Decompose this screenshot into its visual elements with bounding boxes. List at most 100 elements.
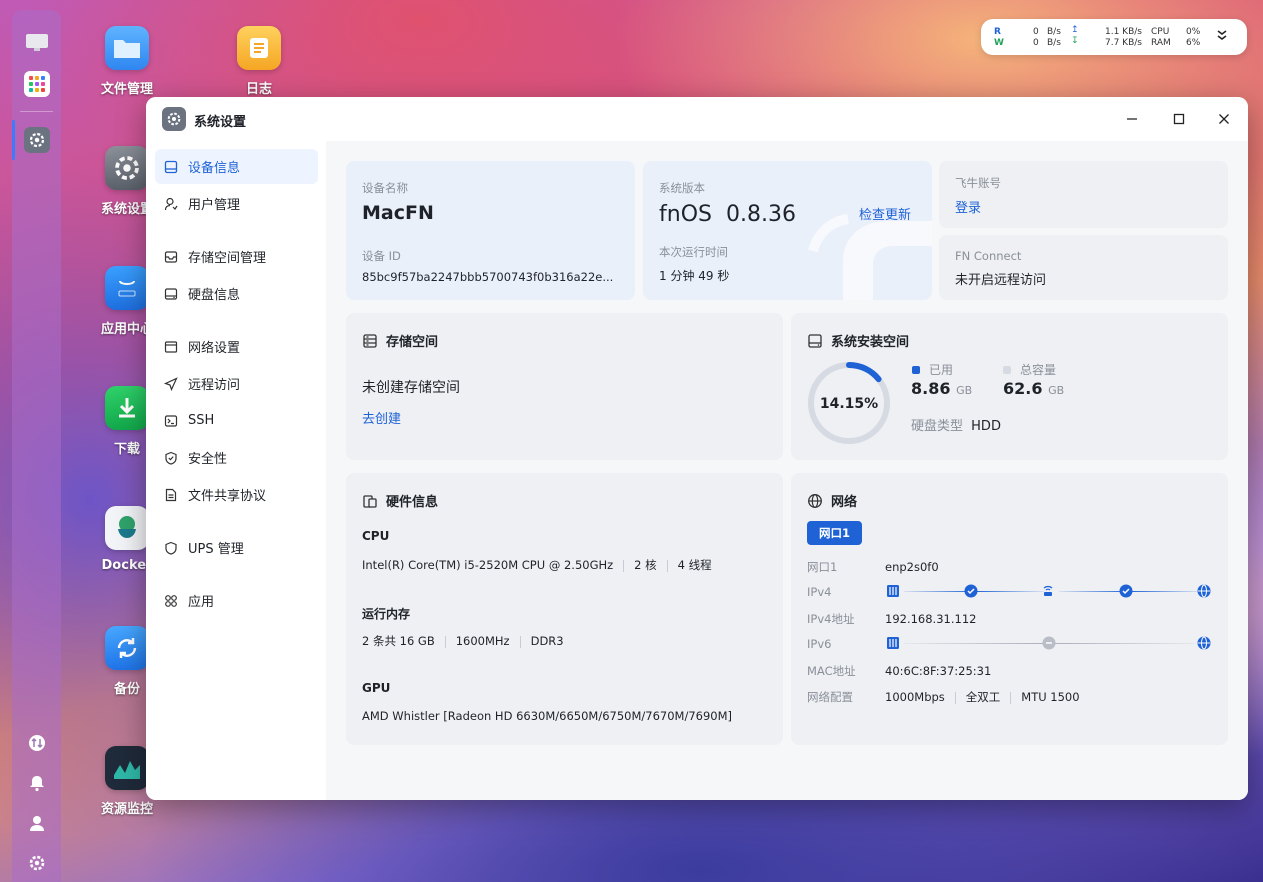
minimize-button[interactable] [1122, 109, 1142, 129]
sidebar-item-remote[interactable]: 远程访问 [155, 366, 318, 401]
app-launcher-button[interactable] [12, 67, 61, 101]
os-name: fnOS [659, 202, 712, 227]
used-legend-swatch [912, 365, 920, 374]
settings-sidebar: 设备信息 用户管理 存储空间管理 硬盘信息 网络设置 远程访问 SSH 安全性 [146, 141, 326, 800]
cpu-label: CPU [1151, 27, 1170, 37]
check-circle-icon [1119, 584, 1133, 601]
desktop-icon-files[interactable]: 文件管理 [87, 26, 167, 97]
mtu-value: MTU 1500 [1021, 690, 1080, 704]
fn-account-card: 飞牛账号 登录 [939, 161, 1228, 228]
network-card: 网络 网口1 网口1 enp2s0f0 IPv4 IPv4地址 192.168.31… [791, 473, 1228, 745]
fn-connect-status: 未开启远程访问 [955, 273, 1047, 288]
fn-account-label: 飞牛账号 [955, 176, 1001, 190]
folder-icon [105, 26, 149, 70]
close-button[interactable] [1214, 109, 1234, 129]
ram-label: RAM [1151, 38, 1171, 48]
device-name-label: 设备名称 [362, 181, 408, 195]
settings-gear-icon [162, 107, 186, 131]
sidebar-item-users[interactable]: 用户管理 [155, 186, 318, 221]
sidebar-item-file-sharing[interactable]: 文件共享协议 [155, 477, 318, 512]
mac-label: MAC地址 [807, 664, 856, 678]
usage-percent: 14.15% [820, 396, 878, 412]
cpu-model: Intel(R) Core(TM) i5-2520M CPU @ 2.50GHz [362, 558, 614, 572]
read-label: R [994, 27, 1001, 37]
maximize-icon [1173, 113, 1185, 125]
docker-icon [105, 506, 149, 550]
dock-settings-app[interactable] [12, 123, 61, 157]
sidebar-item-apps[interactable]: 应用 [155, 583, 318, 618]
write-rate-unit: B/s [1047, 38, 1061, 48]
ipv6-row: IPv6 [807, 637, 885, 651]
ethernet-port-icon [886, 636, 900, 653]
login-link[interactable]: 登录 [955, 197, 981, 216]
system-version-card: 系统版本 fnOS 0.8.36 检查更新 本次运行时间 1 分钟 49 秒 [643, 161, 932, 300]
desktop-icon-label: 文件管理 [100, 82, 153, 97]
total-legend-swatch [1003, 365, 1011, 374]
maximize-button[interactable] [1169, 109, 1189, 129]
window-titlebar[interactable]: 系统设置 [146, 97, 1248, 141]
ram-value: 6% [1186, 38, 1201, 48]
hardware-card: 硬件信息 CPU Intel(R) Core(TM) i5-2520M CPU … [346, 473, 783, 745]
memory-section-label: 运行内存 [362, 607, 411, 621]
desktop-icon-label: 资源监控 [100, 802, 153, 817]
transfer-button[interactable] [12, 726, 61, 760]
globe-icon [807, 493, 823, 509]
sidebar-item-disk[interactable]: 硬盘信息 [155, 276, 318, 311]
used-value: 8.86 [911, 379, 951, 398]
total-unit: GB [1048, 384, 1065, 397]
total-value-group: 62.6 GB [1003, 379, 1064, 398]
usage-donut: 14.15% [808, 362, 890, 444]
network-settings-icon [164, 340, 178, 354]
sidebar-item-ups[interactable]: UPS 管理 [155, 530, 318, 565]
disk-type-row: 硬盘类型 HDD [911, 415, 1001, 434]
total-label: 总容量 [1020, 363, 1057, 377]
device-info-icon [164, 160, 178, 174]
create-storage-link[interactable]: 去创建 [362, 408, 401, 427]
download-arrow-icon [105, 386, 149, 430]
device-name: MacFN [362, 202, 434, 224]
sidebar-item-label: 网络设置 [188, 341, 241, 356]
desktop-button[interactable] [12, 26, 61, 60]
sidebar-item-ssh[interactable]: SSH [155, 403, 318, 438]
chevron-down-icon[interactable] [1215, 28, 1229, 45]
shield-icon [164, 451, 178, 465]
tab-port1[interactable]: 网口1 [807, 521, 863, 545]
memory-speed: 1600MHz [455, 634, 510, 648]
send-arrow-icon [164, 376, 178, 391]
gpu-model: AMD Whistler [Radeon HD 6630M/6650M/6750… [362, 709, 733, 723]
sidebar-item-label: 设备信息 [188, 161, 241, 176]
router-icon [1041, 583, 1055, 600]
sidebar-item-storage[interactable]: 存储空间管理 [155, 239, 318, 274]
settings-window: 系统设置 设备信息 用户管理 存储空间管理 硬盘信息 网络设置 远程访问 SSH… [146, 97, 1248, 800]
notification-button[interactable] [12, 766, 61, 800]
sidebar-item-label: 文件共享协议 [188, 489, 267, 504]
log-list-icon [237, 26, 281, 70]
desktop-icon-log[interactable]: 日志 [219, 26, 299, 97]
system-monitor-widget[interactable]: R W 0 B/s 0 B/s ↥ ↧ 1.1 KB/s 7.7 KB/s CP… [981, 19, 1247, 55]
sidebar-item-security[interactable]: 安全性 [155, 440, 318, 475]
sidebar-item-device-info[interactable]: 设备信息 [155, 149, 318, 184]
storage-icon [164, 250, 178, 264]
apps-icon [164, 594, 178, 608]
sidebar-item-label: 远程访问 [188, 378, 241, 393]
apps-grid-icon [23, 71, 50, 97]
check-update-link[interactable]: 检查更新 [859, 204, 911, 223]
uptime-label: 本次运行时间 [659, 245, 728, 259]
total-value: 62.6 [1003, 379, 1043, 398]
system-settings-button[interactable] [12, 846, 61, 880]
transfer-icon [28, 735, 45, 751]
settings-main: 设备名称 MacFN 设备 ID 85bc9f57ba2247bbb570074… [326, 141, 1248, 800]
user-button[interactable] [12, 806, 61, 840]
store-bag-icon [105, 266, 149, 310]
ethernet-port-icon [886, 584, 900, 601]
window-title: 系统设置 [194, 115, 247, 130]
mac-value: 40:6C:8F:37:25:31 [885, 664, 992, 678]
uptime-value: 1 分钟 49 秒 [659, 269, 730, 283]
cpu-info-row: Intel(R) Core(TM) i5-2520M CPU @ 2.50GHz… [362, 557, 712, 573]
sidebar-item-network[interactable]: 网络设置 [155, 329, 318, 364]
cpu-value: 0% [1186, 27, 1201, 37]
bell-icon [29, 776, 44, 792]
sidebar-item-label: 硬盘信息 [188, 288, 241, 303]
cpu-section-label: CPU [362, 529, 390, 543]
memory-info-row: 2 条共 16 GB 1600MHz DDR3 [362, 633, 564, 649]
